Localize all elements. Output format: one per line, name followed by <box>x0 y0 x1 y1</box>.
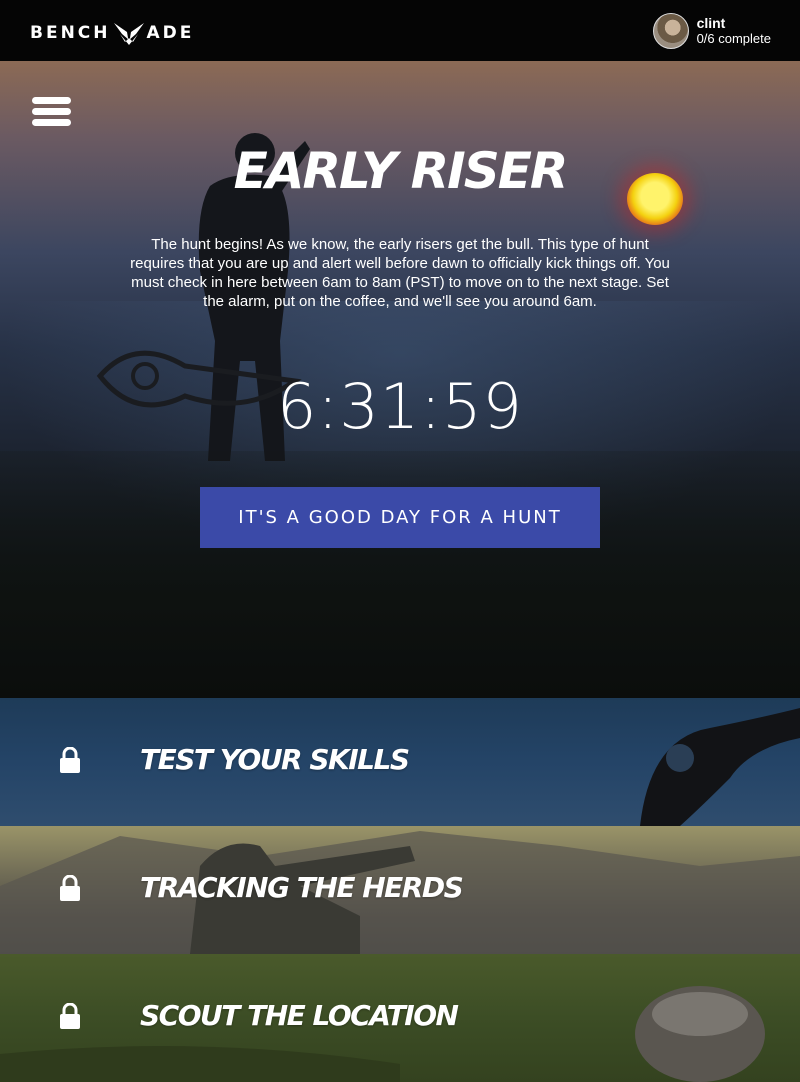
butterfly-logo-icon <box>113 23 144 45</box>
user-info: clint 0/6 complete <box>697 15 771 47</box>
menu-icon[interactable] <box>32 97 71 127</box>
stage-label: TEST YOUR SKILLS <box>140 743 410 776</box>
user-profile[interactable]: clint 0/6 complete <box>652 13 771 49</box>
logo-text-bench: BENCH <box>30 23 111 43</box>
lock-icon <box>60 1003 80 1029</box>
countdown-timer: 6:31:59 <box>276 370 523 443</box>
user-progress: 0/6 complete <box>696 31 771 46</box>
user-name: clint <box>696 15 726 31</box>
lock-icon <box>60 747 80 773</box>
stage-description: The hunt begins! As we know, the early r… <box>130 236 670 310</box>
avatar[interactable] <box>652 13 689 49</box>
good-day-for-hunt-button[interactable]: IT'S A GOOD DAY FOR A HUNT <box>200 487 600 548</box>
top-bar: BENCH ADE clint 0/6 complete <box>0 0 800 61</box>
stage-scout-the-location[interactable]: SCOUT THE LOCATION <box>0 954 800 1082</box>
stage-label: TRACKING THE HERDS <box>140 871 464 904</box>
benchmade-logo[interactable]: BENCH ADE <box>30 20 194 46</box>
lock-icon <box>60 875 80 901</box>
stage-label: SCOUT THE LOCATION <box>140 999 459 1032</box>
hero-section: EARLY RISER The hunt begins! As we know,… <box>0 61 800 698</box>
page-title: EARLY RISER <box>233 142 569 200</box>
logo-text-ade: ADE <box>146 23 195 43</box>
stage-tracking-the-herds[interactable]: TRACKING THE HERDS <box>0 826 800 954</box>
stage-test-your-skills[interactable]: TEST YOUR SKILLS <box>0 698 800 826</box>
bow-decoration-image <box>640 708 800 826</box>
